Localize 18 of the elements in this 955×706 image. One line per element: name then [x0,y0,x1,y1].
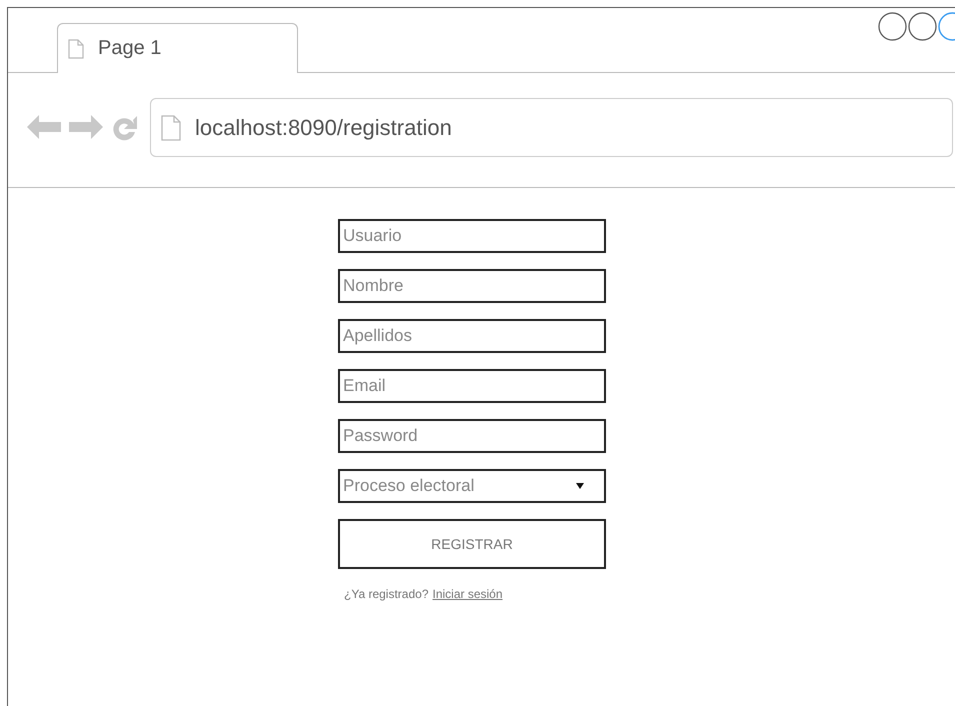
page-icon [68,38,84,58]
page-icon [161,114,181,140]
register-button[interactable]: REGISTRAR [338,519,606,569]
browser-tab[interactable]: Page 1 [57,23,298,73]
window-control-icon[interactable] [908,12,937,41]
back-icon[interactable] [26,113,62,141]
login-prompt: ¿Ya registrado? [344,587,428,601]
input-field[interactable]: Apellidos [338,319,606,353]
login-link[interactable]: Iniciar sesión [432,587,503,601]
input-field[interactable]: Nombre [338,269,606,303]
caret-icon [576,483,584,489]
input-field[interactable]: Usuario [338,219,606,253]
forward-icon[interactable] [68,113,104,141]
address-bar[interactable]: localhost:8090/registration [150,98,953,157]
window-control-icon[interactable] [878,12,907,41]
input-field[interactable]: Password [338,419,606,453]
dropdown[interactable]: Proceso electoral [338,469,606,503]
input-field[interactable]: Email [338,369,606,403]
